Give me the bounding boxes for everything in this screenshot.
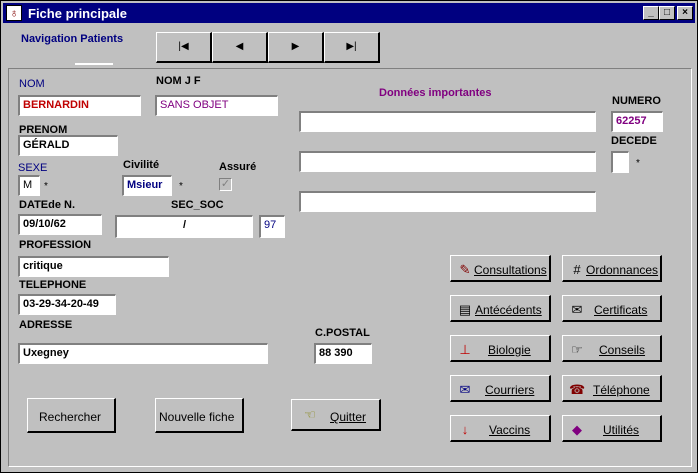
window-title: Fiche principale [28,6,127,21]
biologie-button[interactable]: ⊥ Biologie [450,335,551,362]
certificate-icon: ✉ [571,302,583,317]
sec-soc-key-field[interactable]: 97 [259,215,285,238]
minimize-button[interactable]: _ [643,6,659,20]
envelope-icon: ✉ [459,382,471,397]
decede-label: DECEDE [611,135,657,147]
close-button[interactable]: × [677,6,693,20]
telephone-label: TELEPHONE [19,279,87,291]
sexe-label: SEXE [18,162,48,174]
app-icon[interactable]: ♁ [6,5,22,21]
donnees-importantes-field-1[interactable] [299,111,596,132]
consultations-button[interactable]: ✎ Consultations [450,255,551,282]
first-record-button[interactable]: |◀ [156,32,212,63]
nom-field[interactable]: BERNARDIN [18,95,141,116]
exit-hand-icon: ☜ [304,407,316,422]
nom-jf-label: NOM J F [156,75,201,87]
consultations-icon: ✎ [459,262,471,277]
civilite-required-marker: * [179,181,183,192]
ordonnances-button[interactable]: # Ordonnances [562,255,662,282]
records-icon: ▤ [458,302,472,317]
courriers-button[interactable]: ✉ Courriers [450,375,551,402]
civilite-label: Civilité [123,159,160,171]
utilites-button[interactable]: ◆ Utilités [562,415,662,442]
main-window: ♁ Fiche principale _ □ × Navigation Pati… [0,0,698,473]
nom-jf-field[interactable]: SANS OBJET [155,95,278,116]
sexe-required-marker: * [44,181,48,192]
maximize-button[interactable]: □ [659,6,675,20]
numero-label: NUMERO [612,95,661,107]
telephone-button[interactable]: ☎ Téléphone [562,375,662,402]
pointing-hand-icon: ☞ [571,342,583,357]
adresse-field[interactable]: Uxegney [18,343,268,364]
tab-indicator [75,63,113,65]
book-icon: ◆ [572,422,582,437]
numero-field[interactable]: 62257 [611,111,663,132]
previous-record-button[interactable]: ◀ [212,32,268,63]
date-naissance-field[interactable]: 09/10/62 [18,214,102,235]
adresse-label: ADRESSE [19,319,73,331]
decede-field[interactable] [611,151,629,173]
telephone-icon: ☎ [569,382,586,397]
assure-checkbox[interactable]: ✓ [219,178,232,191]
antecedents-button[interactable]: ▤ Antécédents [450,295,551,322]
last-record-button[interactable]: ▶| [324,32,380,63]
profession-label: PROFESSION [19,239,92,251]
next-record-button[interactable]: ▶ [268,32,324,63]
cpostal-field[interactable]: 88 390 [314,343,372,364]
donnees-importantes-field-2[interactable] [299,151,596,172]
assure-label: Assuré [219,161,257,173]
sec-soc-label: SEC_SOC [171,199,224,211]
vaccins-button[interactable]: ↓ Vaccins [450,415,551,442]
prenom-field[interactable]: GÉRALD [18,135,118,156]
tab-label: Navigation Patients [21,33,124,45]
sec-soc-field[interactable]: / [115,215,253,238]
nom-label: NOM [19,78,45,90]
test-tube-icon: ⊥ [459,342,471,357]
nouvelle-fiche-button[interactable]: Nouvelle fiche [155,398,244,433]
date-naissance-label: DATEde N. [19,199,76,211]
certificats-button[interactable]: ✉ Certificats [562,295,662,322]
telephone-field[interactable]: 03-29-34-20-49 [18,294,116,315]
donnees-importantes-label: Données importantes [379,87,492,99]
title-bar: ♁ Fiche principale _ □ × [3,3,695,23]
decede-required-marker: * [636,158,640,169]
quitter-button[interactable]: ☜ Quitter [291,399,381,431]
rechercher-button[interactable]: Rechercher [27,398,116,433]
cpostal-label: C.POSTAL [315,327,370,339]
sexe-field[interactable]: M [18,175,40,196]
conseils-button[interactable]: ☞ Conseils [562,335,662,362]
civilite-field[interactable]: Msieur [122,175,172,196]
tab-navigation-patients[interactable]: Navigation Patients [6,23,136,65]
profession-field[interactable]: critique [18,256,169,277]
prescription-icon: # [573,262,581,277]
syringe-icon: ↓ [461,422,469,437]
donnees-importantes-field-3[interactable] [299,191,596,212]
